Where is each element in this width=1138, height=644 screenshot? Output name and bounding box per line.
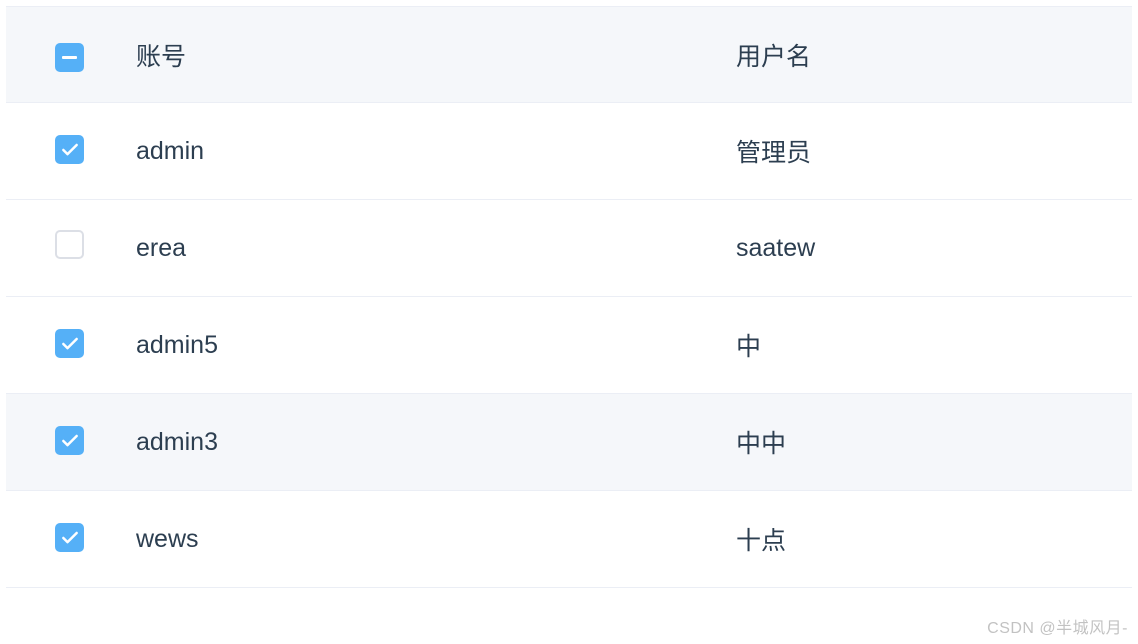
username-cell: saatew [736,200,1132,297]
username-cell: 中 [736,297,1132,394]
table-row[interactable]: admin3 中中 [6,394,1132,491]
row-checkbox[interactable] [55,135,84,164]
watermark: CSDN @半城风月- [987,614,1128,638]
table-row[interactable]: erea saatew [6,200,1132,297]
account-cell: erea [136,200,736,297]
check-icon [60,431,80,451]
user-table: 账号 用户名 admin 管理员 erea saatew [6,6,1132,588]
header-username[interactable]: 用户名 [736,7,1132,103]
account-cell: admin3 [136,394,736,491]
row-checkbox[interactable] [55,523,84,552]
minus-icon [62,56,77,59]
table-body: admin 管理员 erea saatew admin5 中 [6,103,1132,588]
row-checkbox[interactable] [55,426,84,455]
header-account[interactable]: 账号 [136,7,736,103]
table-row[interactable]: admin5 中 [6,297,1132,394]
account-cell: admin [136,103,736,200]
header-checkbox-cell [6,7,136,103]
check-icon [60,334,80,354]
username-cell: 管理员 [736,103,1132,200]
username-cell: 十点 [736,491,1132,588]
row-checkbox[interactable] [55,329,84,358]
table-header-row: 账号 用户名 [6,7,1132,103]
account-cell: admin5 [136,297,736,394]
table-row[interactable]: wews 十点 [6,491,1132,588]
username-cell: 中中 [736,394,1132,491]
table-row[interactable]: admin 管理员 [6,103,1132,200]
row-checkbox[interactable] [55,230,84,259]
select-all-checkbox[interactable] [55,43,84,72]
check-icon [60,528,80,548]
account-cell: wews [136,491,736,588]
check-icon [60,140,80,160]
